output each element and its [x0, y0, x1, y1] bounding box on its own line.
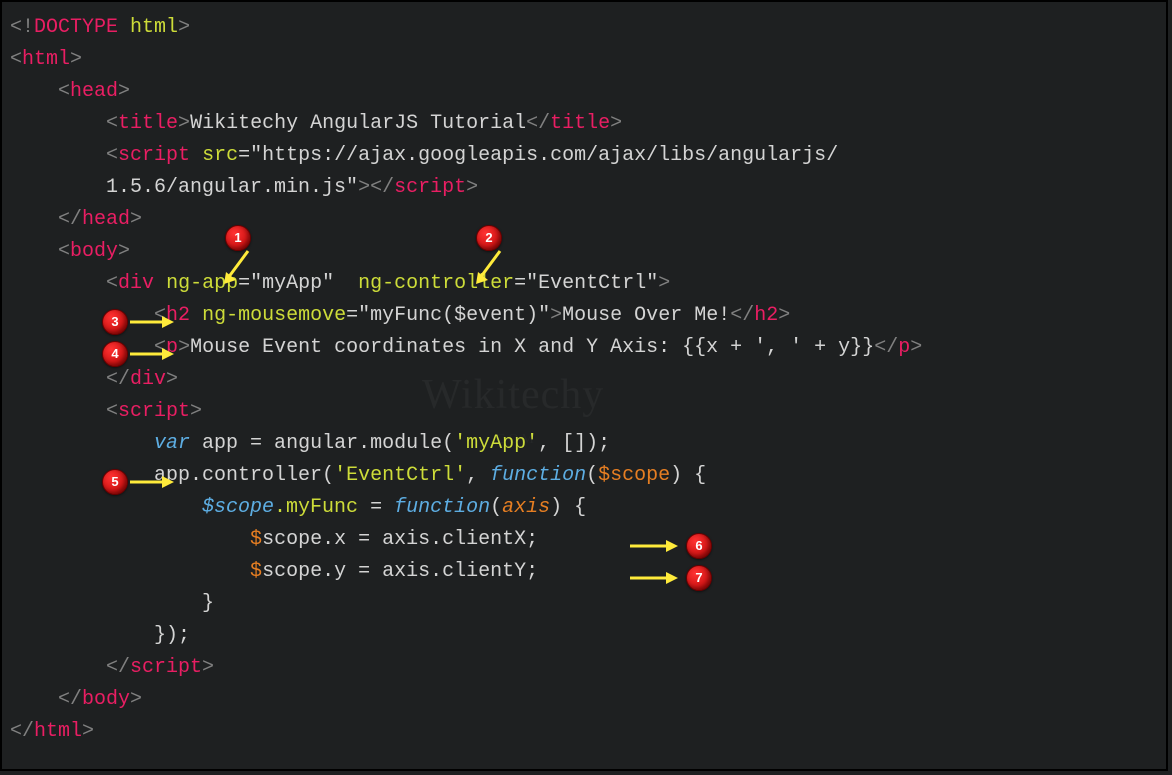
code-line: <div ng-app="myApp" ng-controller="Event…: [10, 268, 1158, 300]
code-line: $scope.myFunc = function(axis) {: [10, 492, 1158, 524]
annotation-badge-6: 6: [686, 533, 712, 559]
code-line: $scope.x = axis.clientX;: [10, 524, 1158, 556]
annotation-badge-2: 2: [476, 225, 502, 251]
code-line: </script>: [10, 652, 1158, 684]
code-line: <!DOCTYPE html>: [10, 12, 1158, 44]
watermark-text: Wikitechy: [422, 372, 604, 418]
watermark-sub: .COM: [422, 429, 604, 451]
annotation-badge-5: 5: [102, 469, 128, 495]
annotation-badge-1: 1: [225, 225, 251, 251]
code-line: <head>: [10, 76, 1158, 108]
code-line: });: [10, 620, 1158, 652]
code-line: <html>: [10, 44, 1158, 76]
code-line: app.controller('EventCtrl', function($sc…: [10, 460, 1158, 492]
annotation-badge-7: 7: [686, 565, 712, 591]
code-line: </html>: [10, 716, 1158, 748]
code-line: 1.5.6/angular.min.js"></script>: [10, 172, 1158, 204]
code-line: <body>: [10, 236, 1158, 268]
code-line: }: [10, 588, 1158, 620]
code-line: <script src="https://ajax.googleapis.com…: [10, 140, 1158, 172]
code-line: </body>: [10, 684, 1158, 716]
code-line: </head>: [10, 204, 1158, 236]
code-editor: Wikitechy .COM <!DOCTYPE html> <html> <h…: [0, 0, 1168, 771]
annotation-badge-4: 4: [102, 341, 128, 367]
code-line: <h2 ng-mousemove="myFunc($event)">Mouse …: [10, 300, 1158, 332]
watermark: Wikitechy .COM: [422, 362, 604, 452]
code-line: <p>Mouse Event coordinates in X and Y Ax…: [10, 332, 1158, 364]
annotation-badge-3: 3: [102, 309, 128, 335]
code-line: $scope.y = axis.clientY;: [10, 556, 1158, 588]
code-line: <title>Wikitechy AngularJS Tutorial</tit…: [10, 108, 1158, 140]
